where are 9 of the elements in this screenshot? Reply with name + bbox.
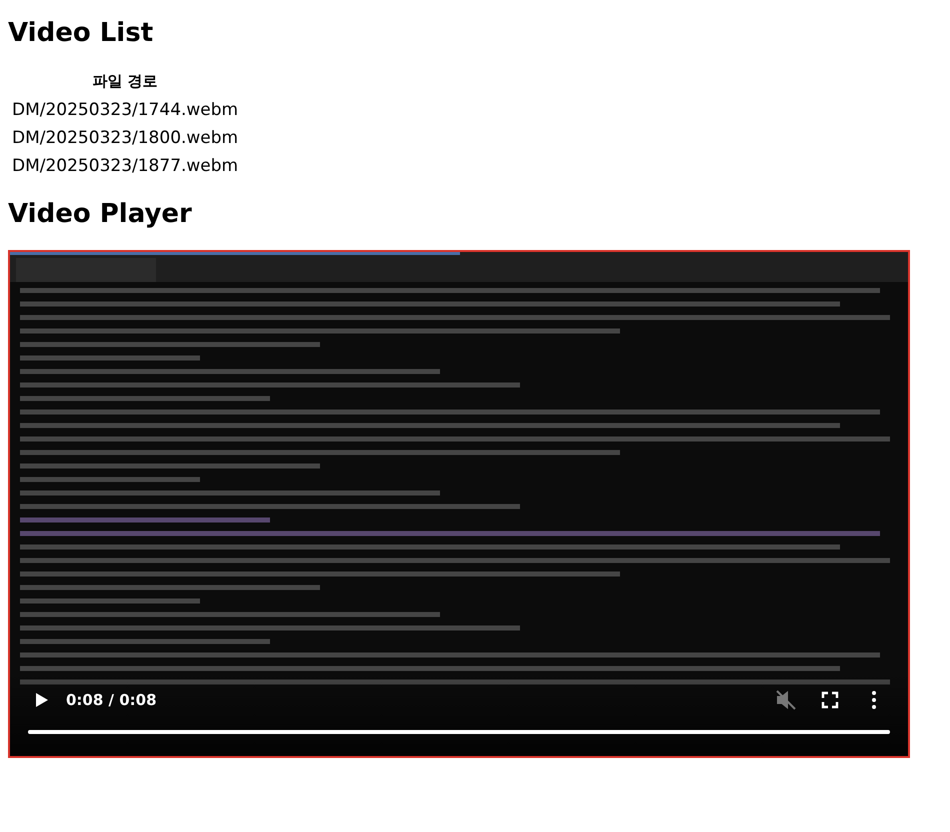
muted-speaker-icon[interactable] (774, 688, 798, 712)
column-header: 파일 경로 (91, 71, 159, 92)
section-heading: Video Player (8, 199, 193, 230)
table-cell-text: DM/20250323/1800.webm (11, 127, 240, 150)
table-cell-text: DM/20250323/1877.webm (11, 155, 240, 178)
table-cell-text: DM/20250323/1744.webm (11, 99, 240, 122)
time-display: 0:08 / 0:08 (66, 691, 157, 710)
section-heading: Video List (8, 18, 154, 50)
progress-bar[interactable] (28, 730, 890, 734)
